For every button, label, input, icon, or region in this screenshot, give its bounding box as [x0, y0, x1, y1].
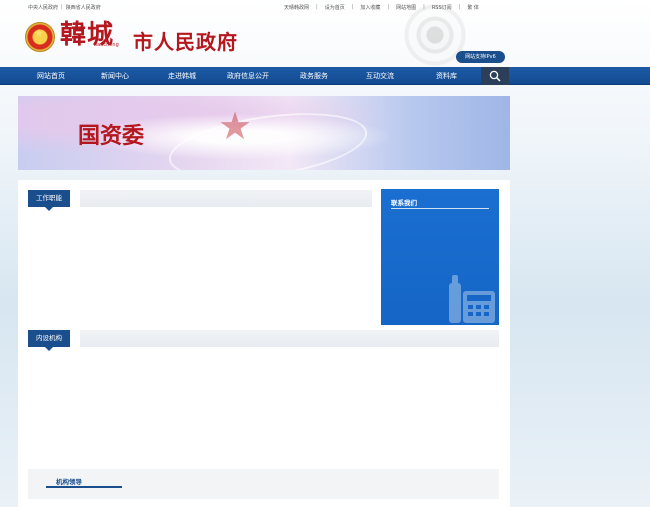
main-nav: 网站首页 新闻中心 走进韩城 政府信息公开 政务服务 互动交流 资料库	[0, 67, 650, 85]
section-tab-internal[interactable]: 内设机构	[28, 330, 70, 351]
contact-divider	[391, 208, 489, 209]
site-logo-text: 市人民政府	[133, 30, 238, 54]
section-tab-duties[interactable]: 工作职能	[28, 190, 70, 211]
link-set-home[interactable]: 设为首页	[325, 4, 345, 11]
section-header-bar	[80, 330, 499, 347]
link-add-favorite[interactable]: 加入收藏	[360, 4, 380, 11]
leaders-underline	[46, 486, 122, 488]
ipv6-badge: 网站支持IPv6	[456, 51, 505, 63]
page-banner: ★ 国资委	[18, 96, 510, 170]
leaders-section: 机构领导	[28, 469, 499, 499]
section-header-bar	[80, 190, 372, 207]
nav-item-gov-info[interactable]: 政府信息公开	[227, 67, 269, 85]
telephone-icon	[449, 275, 495, 323]
link-traditional[interactable]: 繁 体	[467, 4, 479, 11]
nav-item-database[interactable]: 资料库	[436, 67, 457, 85]
contact-title: 联系我们	[391, 199, 417, 207]
top-links-right: 天晴韩政网 | 设为首页 | 加入收藏 | 网站地图 | RSS订阅 | 繁 体	[284, 4, 479, 11]
nav-item-home[interactable]: 网站首页	[37, 67, 65, 85]
nav-item-services[interactable]: 政务服务	[300, 67, 328, 85]
nav-search-button[interactable]	[481, 67, 509, 85]
search-icon	[489, 70, 501, 82]
nav-item-news[interactable]: 新闻中心	[101, 67, 129, 85]
link-site-map[interactable]: 网站地图	[396, 4, 416, 11]
link-news-site[interactable]: 天晴韩政网	[284, 4, 309, 11]
link-rss[interactable]: RSS订阅	[432, 4, 452, 11]
banner-title: 国资委	[78, 123, 145, 149]
star-icon: ★	[218, 104, 253, 148]
section-tab-leaders[interactable]: 机构领导	[56, 476, 82, 486]
nav-item-about[interactable]: 走进韩城	[168, 67, 196, 85]
logo-pinyin: hancheng	[94, 42, 119, 48]
national-emblem-icon	[25, 22, 55, 52]
nav-item-interaction[interactable]: 互动交流	[366, 67, 394, 85]
contact-box: 联系我们	[381, 189, 499, 325]
banner-decoration	[164, 102, 372, 170]
top-links-right-bar: 天晴韩政网 | 设为首页 | 加入收藏 | 网站地图 | RSS订阅 | 繁 体	[0, 0, 650, 16]
site-header: 天晴韩政网 | 设为首页 | 加入收藏 | 网站地图 | RSS订阅 | 繁 体…	[0, 0, 650, 66]
